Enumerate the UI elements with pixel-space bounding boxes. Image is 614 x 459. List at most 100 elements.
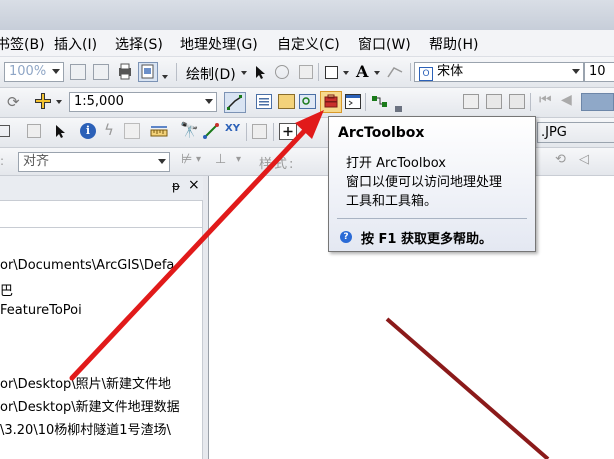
chevron-down-icon (158, 159, 166, 164)
toolbar-separator (176, 63, 177, 81)
menu-insert[interactable]: 插入(I) (54, 34, 97, 54)
editor-toolbar-icon[interactable] (224, 92, 246, 113)
time-slider-icon[interactable] (252, 124, 267, 139)
list-item[interactable]: \3.20\10杨柳村隧道1号渣场\ (0, 419, 171, 438)
toolbar-standard: 100% 绘制(D) A O 宋体 10 (0, 57, 614, 88)
html-popup-icon[interactable] (124, 123, 140, 139)
find-route-icon[interactable] (203, 123, 219, 139)
redo-icon[interactable]: ⟳ (7, 93, 20, 111)
raster-file-combo[interactable] (537, 122, 614, 143)
tooltip-divider (337, 218, 527, 219)
rotate-icon[interactable] (275, 65, 289, 79)
tooltip-help-text: 按 F1 获取更多帮助。 (361, 232, 492, 247)
layer-icon[interactable] (463, 94, 479, 109)
list-item[interactable]: or\Documents\ArcGIS\Defa (0, 258, 174, 273)
menu-geoprocessing[interactable]: 地理处理(G) (180, 34, 258, 54)
rotate-tool-icon[interactable]: ⟲ (555, 152, 566, 167)
first-frame-icon[interactable]: ⏮ (539, 92, 552, 108)
arctoolbox-tooltip: ArcToolbox 打开 ArcToolbox 窗口以便可以访问地理处理 工具… (328, 116, 536, 252)
toolbar-options-icon[interactable] (395, 106, 402, 112)
layout-view-icon[interactable] (138, 62, 158, 82)
chevron-down-icon[interactable] (374, 71, 380, 75)
python-window-icon[interactable] (345, 94, 361, 109)
font-size-combo[interactable]: 10 (584, 62, 614, 82)
menu-selection[interactable]: 选择(S) (115, 34, 163, 54)
menu-help[interactable]: 帮助(H) (429, 34, 478, 54)
go-to-xy-icon[interactable]: XY (225, 123, 240, 134)
zoom-value: 100% (9, 64, 47, 79)
zoom-combo[interactable]: 100% (4, 62, 64, 82)
print-preview-icon[interactable] (117, 63, 133, 80)
chevron-down-icon[interactable]: ▾ (196, 154, 201, 165)
align-icon[interactable]: ⊥ (215, 152, 226, 167)
rectangle-icon[interactable] (325, 66, 338, 79)
menu-bar: 书签(B) 插入(I) 选择(S) 地理处理(G) 自定义(C) 窗口(W) 帮… (0, 30, 614, 57)
identify-icon[interactable]: i (80, 123, 96, 139)
chevron-down-icon (205, 99, 213, 104)
toolbar-tools: ⟳ 1:5,000 ⏮ ◀ (0, 88, 614, 118)
menu-bookmarks[interactable]: 书签(B) (0, 34, 45, 54)
font-name-combo[interactable]: O 宋体 (414, 62, 584, 82)
zoom-in-layout-icon[interactable] (279, 123, 297, 140)
list-item[interactable]: or\Desktop\照片\新建文件地 (0, 373, 171, 392)
add-data-icon[interactable] (34, 92, 52, 110)
toolbar-separator (530, 93, 531, 111)
full-page-icon[interactable] (70, 64, 86, 80)
toolbar-separator (246, 123, 247, 141)
panel-location-bar (0, 201, 202, 228)
toolbar-separator (273, 123, 274, 141)
frame-field[interactable] (581, 93, 614, 111)
hyperlink-icon[interactable]: ϟ (104, 121, 114, 139)
catalog-panel-header: ᵽ × (0, 176, 204, 201)
layer-tool-icon[interactable] (0, 125, 10, 137)
select-elements-icon[interactable] (254, 65, 266, 80)
snapping-grip-icon: : (0, 154, 5, 168)
previous-frame-icon[interactable]: ◀ (561, 92, 572, 108)
chevron-down-icon[interactable]: ▾ (236, 154, 241, 165)
help-icon: ? (340, 231, 352, 243)
page-width-icon[interactable] (93, 64, 109, 80)
menu-windows[interactable]: 窗口(W) (358, 34, 411, 54)
chevron-down-icon[interactable] (56, 100, 62, 104)
text-tool-icon[interactable]: A (356, 62, 368, 81)
tooltip-description-text: 打开 ArcToolbox 窗口以便可以访问地理处理 工具和工具箱。 (346, 156, 503, 209)
list-item[interactable]: or\Desktop\新建文件地理数据 (0, 396, 180, 415)
flip-icon[interactable]: ◁ (579, 152, 589, 167)
chevron-down-icon[interactable] (162, 75, 168, 79)
close-icon[interactable]: × (188, 177, 200, 193)
zoom-to-elements-icon[interactable] (299, 65, 313, 79)
chevron-down-icon[interactable] (343, 71, 349, 75)
model-builder-icon[interactable] (371, 94, 389, 109)
toolbar-separator (365, 93, 366, 111)
measure-icon[interactable] (150, 124, 168, 138)
catalog-icon[interactable] (278, 94, 295, 109)
chevron-down-icon (572, 69, 580, 74)
arctoolbox-button[interactable] (320, 91, 342, 113)
distribute-icon[interactable]: ⊭ (181, 152, 192, 167)
table-icon[interactable] (509, 94, 525, 109)
scale-combo[interactable]: 1:5,000 (69, 92, 217, 112)
font-type-icon: O (419, 67, 433, 81)
list-item[interactable]: 巴 (0, 280, 13, 299)
pin-icon[interactable]: ᵽ (172, 179, 180, 193)
select-features-icon[interactable] (54, 124, 66, 139)
window-titlebar (0, 0, 614, 30)
attributes-icon[interactable] (486, 94, 502, 109)
tooltip-title: ArcToolbox (338, 125, 425, 141)
style-label: 样式: (259, 157, 296, 172)
edit-vertices-icon[interactable] (386, 64, 404, 80)
chevron-down-icon[interactable] (241, 71, 247, 75)
toolbar-separator (318, 63, 319, 81)
search-window-icon[interactable] (299, 94, 316, 109)
menu-customize[interactable]: 自定义(C) (277, 34, 340, 54)
list-item[interactable]: FeatureToPoi (0, 303, 82, 318)
chevron-down-icon (52, 69, 60, 74)
table-of-contents-icon[interactable] (256, 94, 272, 109)
find-icon[interactable]: 🔭 (180, 121, 199, 139)
catalog-panel-body: or\Documents\ArcGIS\Defa 巴 FeatureToPoi … (0, 201, 203, 459)
tooltip-description: 打开 ArcToolbox 窗口以便可以访问地理处理 工具和工具箱。 (346, 154, 532, 211)
snapping-combo[interactable]: 对齐 (18, 152, 170, 172)
draw-menu[interactable]: 绘制(D) (186, 64, 236, 84)
font-name-value: 宋体 (437, 64, 464, 79)
clear-selection-icon[interactable] (27, 124, 41, 138)
